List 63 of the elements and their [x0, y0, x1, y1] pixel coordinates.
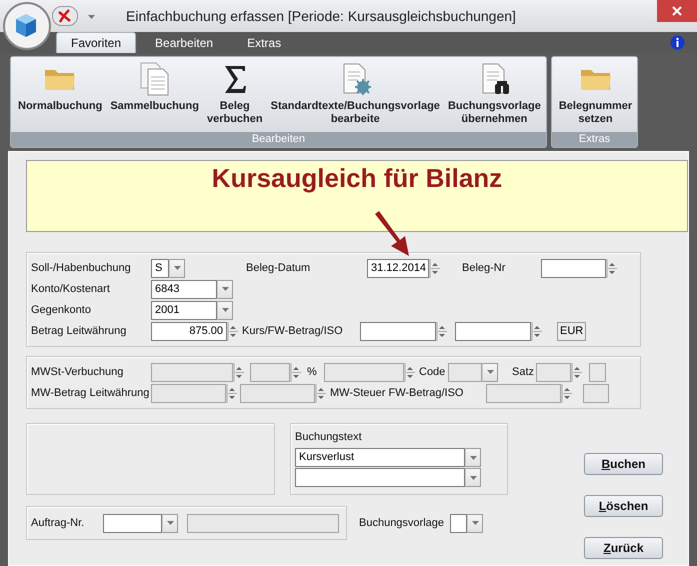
- group-label: Bearbeiten: [11, 132, 546, 147]
- action-button[interactable]: Löschen: [584, 495, 663, 517]
- field-label: Auftrag-Nr.: [31, 517, 86, 529]
- dropdown-icon: [222, 287, 228, 291]
- delete-icon[interactable]: [52, 6, 78, 26]
- dropdown-icon: [470, 456, 476, 460]
- field-label: Konto/Kostenart: [31, 283, 111, 295]
- dropdown-icon: [166, 521, 174, 525]
- spinner-icon: [531, 322, 543, 340]
- spin-field[interactable]: [360, 322, 448, 340]
- field-label: Soll-/Habenbuchung: [31, 262, 132, 274]
- close-icon: [672, 6, 682, 16]
- spinner-icon: [436, 322, 448, 340]
- percent-label: %: [307, 366, 318, 378]
- combo-box[interactable]: [450, 514, 483, 532]
- close-button[interactable]: [657, 0, 697, 22]
- field-label: Buchungstext: [295, 431, 363, 443]
- field-label: Gegenkonto: [31, 304, 92, 316]
- ribbon-button[interactable]: Sammelbuchung: [107, 60, 202, 115]
- ribbon-button[interactable]: Buchungsvorlage übernehmen: [444, 60, 544, 128]
- dropdown-icon: [472, 521, 478, 525]
- spinner-icon: [226, 384, 238, 402]
- spinner-icon: [290, 362, 302, 382]
- spinner-icon: [561, 384, 573, 402]
- field-label: Betrag Leitwährung: [31, 325, 128, 337]
- field-label: Beleg-Nr: [462, 262, 506, 274]
- field-label: Buchungsvorlage: [359, 517, 446, 529]
- spinner-icon: [315, 384, 327, 402]
- spinner-icon: [606, 258, 618, 278]
- field-label: Beleg-Datum: [246, 262, 312, 274]
- ribbon-button[interactable]: Normalbuchung: [15, 60, 106, 115]
- action-button[interactable]: Zurück: [584, 537, 663, 559]
- dropdown-icon: [222, 308, 228, 312]
- ribbon-button[interactable]: Beleg verbuchen: [204, 60, 266, 128]
- currency-code: EUR: [557, 322, 586, 340]
- info-icon[interactable]: [670, 35, 685, 50]
- spinner-icon: [227, 322, 239, 340]
- ribbon-tab[interactable]: Extras: [232, 32, 296, 53]
- ribbon-button[interactable]: Belegnummer setzen: [556, 60, 636, 128]
- dropdown-icon: [470, 476, 476, 480]
- caret-icon[interactable]: [88, 13, 96, 19]
- field-label: Satz: [512, 366, 536, 378]
- dropdown-icon: [486, 370, 494, 374]
- spinner-icon: [404, 362, 416, 382]
- spinner-icon: [429, 258, 441, 278]
- spinner-icon: [571, 362, 583, 382]
- action-button[interactable]: Buchen: [584, 453, 663, 475]
- spin-field[interactable]: [455, 322, 543, 340]
- field-label: MW-Steuer FW-Betrag/ISO: [330, 387, 464, 399]
- field-label: MWSt-Verbuchung: [31, 366, 124, 378]
- field-label: MW-Betrag Leitwährung: [31, 387, 150, 399]
- ribbon-tab[interactable]: Favoriten: [56, 32, 136, 53]
- window-title: Einfachbuchung erfassen [Periode: Kursausgleichsbuchungen]: [126, 8, 516, 24]
- spinner-icon: [233, 362, 245, 382]
- spin-field[interactable]: [541, 258, 618, 278]
- combo-box[interactable]: [103, 514, 178, 532]
- field-label: Kurs/FW-Betrag/ISO: [242, 325, 344, 337]
- dropdown-icon: [174, 266, 180, 270]
- banner-title: Kursaugleich für Bilanz: [212, 163, 502, 195]
- ribbon-tab[interactable]: Bearbeiten: [140, 32, 228, 53]
- field-label: Code: [419, 366, 446, 378]
- ribbon-button[interactable]: Standardtexte/Buchungsvorlage bearbeite: [268, 60, 443, 128]
- group-label: Extras: [552, 132, 638, 147]
